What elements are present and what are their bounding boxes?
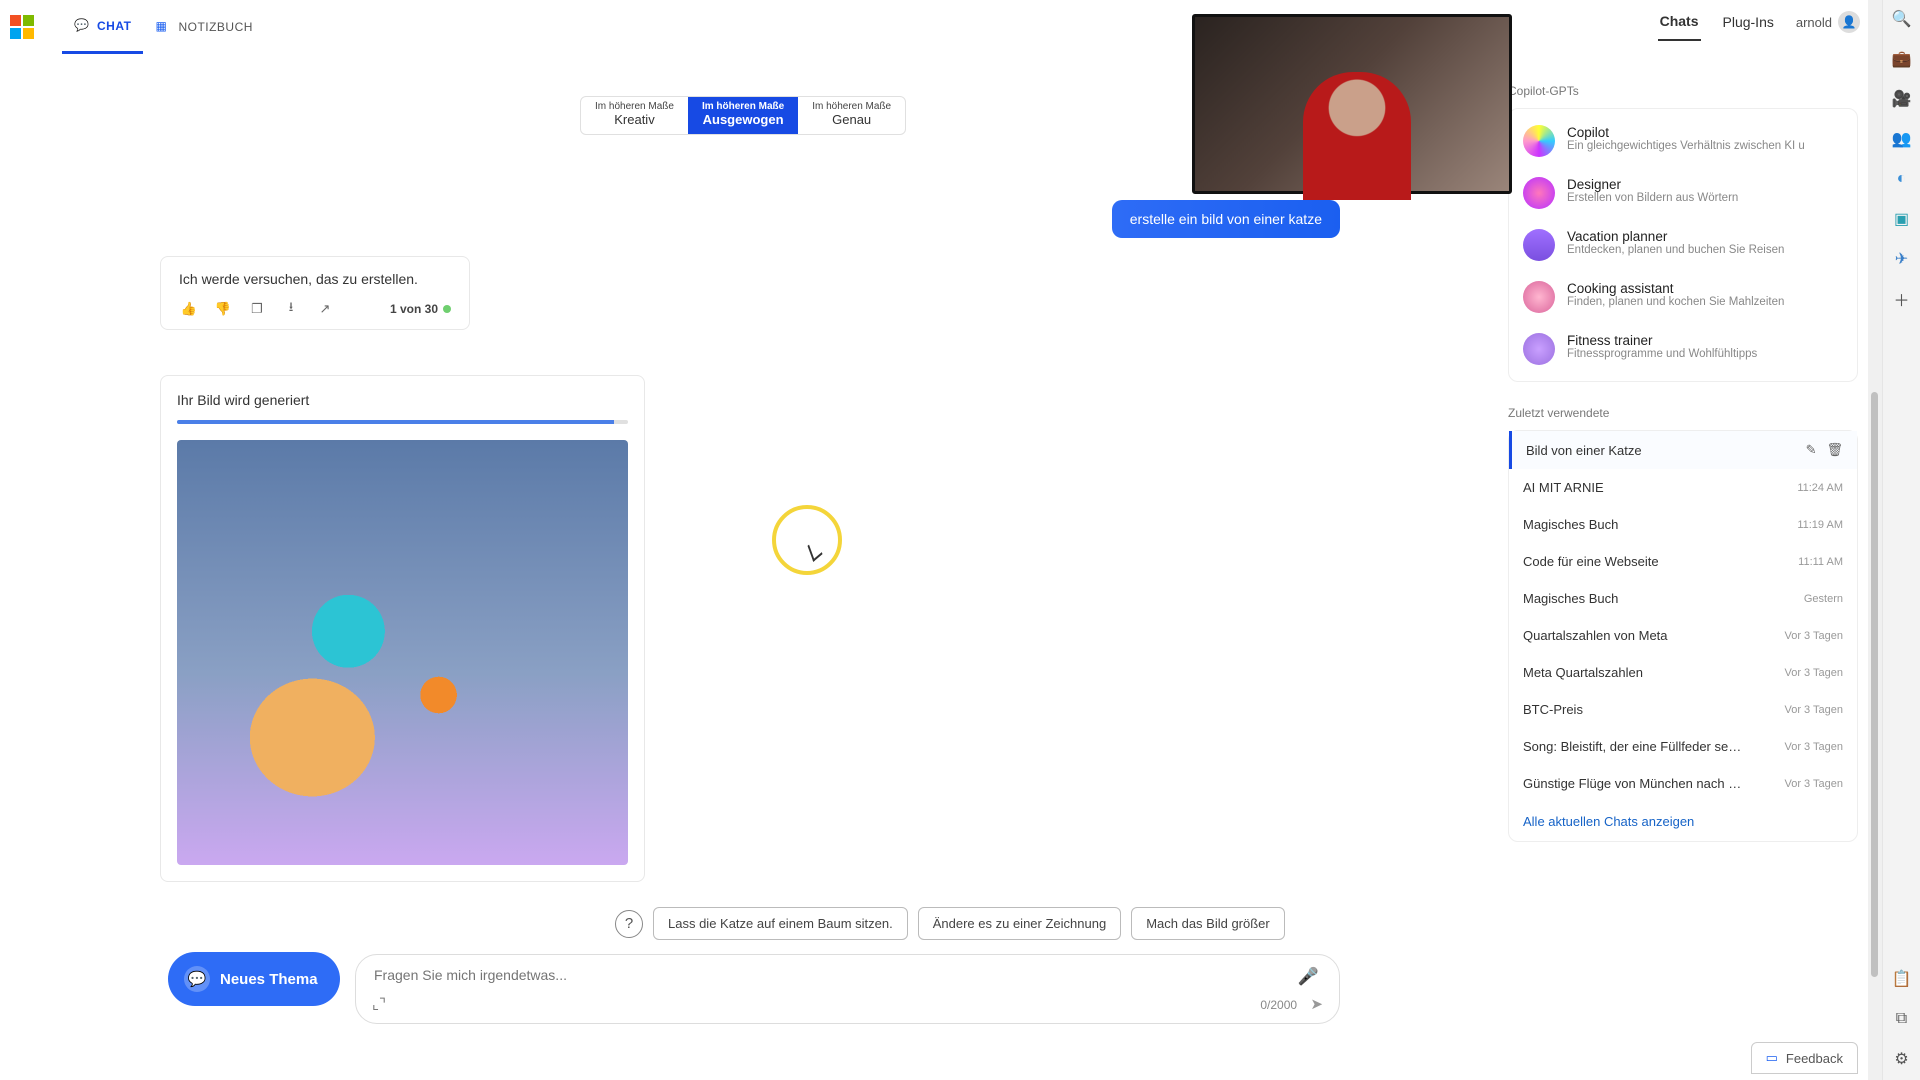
cursor-highlight — [772, 505, 842, 575]
char-counter: 0/2000 — [1260, 998, 1297, 1012]
header-right: Chats Plug-Ins arnold 👤 — [1658, 0, 1860, 44]
briefcase-icon[interactable]: 💼 — [1891, 48, 1913, 70]
style-balanced[interactable]: Im höheren Maße Ausgewogen — [688, 97, 798, 134]
style-creative[interactable]: Im höheren Maße Kreativ — [581, 97, 688, 134]
send-icon[interactable]: ➤ — [1310, 996, 1323, 1013]
feedback-icon: ▭ — [1766, 1050, 1778, 1066]
gpt-vacation[interactable]: Vacation plannerEntdecken, planen und bu… — [1509, 219, 1857, 271]
recents-section-title: Zuletzt verwendete — [1508, 406, 1858, 420]
clipboard-icon[interactable]: 📋 — [1891, 968, 1913, 990]
avatar-icon: 👤 — [1838, 11, 1860, 33]
gpt-designer[interactable]: DesignerErstellen von Bildern aus Wörter… — [1509, 167, 1857, 219]
generation-title: Ihr Bild wird generiert — [177, 392, 628, 408]
camera-icon[interactable]: 🎥 — [1891, 88, 1913, 110]
suggestion-1[interactable]: Lass die Katze auf einem Baum sitzen. — [653, 907, 908, 940]
recent-item[interactable]: Günstige Flüge von München nach FraVor 3… — [1509, 765, 1857, 802]
suggestion-3[interactable]: Mach das Bild größer — [1131, 907, 1285, 940]
os-sidebar: 🔍 💼 🎥 👥 ◐ ▣ ✈ ＋ 📋 ⧉ ⚙ — [1882, 0, 1920, 1080]
edit-icon[interactable]: ✎ — [1806, 442, 1817, 458]
thumbs-up-icon[interactable]: 👍 — [179, 299, 199, 319]
progress-bar — [177, 420, 628, 424]
recent-item[interactable]: BTC-PreisVor 3 Tagen — [1509, 691, 1857, 728]
copy-icon[interactable]: ❐ — [247, 299, 267, 319]
recent-item[interactable]: Magisches Buch11:19 AM — [1509, 506, 1857, 543]
delete-icon[interactable]: 🗑 — [1826, 442, 1843, 458]
gpt-copilot[interactable]: CopilotEin gleichgewichtiges Verhältnis … — [1509, 115, 1857, 167]
tab-icon[interactable]: ⧉ — [1891, 1008, 1913, 1030]
new-topic-button[interactable]: 💬 Neues Thema — [168, 952, 340, 1006]
gpts-section-title: Copilot-GPTs — [1508, 84, 1858, 98]
people-icon[interactable]: 👥 — [1891, 128, 1913, 150]
feedback-button[interactable]: ▭ Feedback — [1751, 1042, 1858, 1074]
status-dot-icon — [443, 305, 451, 313]
recent-item[interactable]: Quartalszahlen von MetaVor 3 Tagen — [1509, 617, 1857, 654]
generated-image-placeholder — [177, 440, 628, 865]
visual-search-icon[interactable]: ⌞⌝ — [372, 995, 386, 1013]
recent-item[interactable]: Song: Bleistift, der eine Füllfeder sein… — [1509, 728, 1857, 765]
bot-message: Ich werde versuchen, das zu erstellen. 👍… — [160, 256, 470, 330]
help-icon[interactable]: ? — [615, 910, 643, 938]
broom-icon: 💬 — [184, 966, 210, 992]
compose-box: 🎤 ⌞⌝ 0/2000 ➤ — [355, 954, 1340, 1024]
recent-item[interactable]: Magisches BuchGestern — [1509, 580, 1857, 617]
settings-icon[interactable]: ⚙ — [1891, 1048, 1913, 1070]
gpt-fitness[interactable]: Fitness trainerFitnessprogramme und Wohl… — [1509, 323, 1857, 375]
fitness-gpt-icon — [1523, 333, 1555, 365]
turn-counter: 1 von 30 — [390, 302, 451, 316]
tab-chat[interactable]: 💬 CHAT — [62, 0, 143, 54]
chat-icon: 💬 — [74, 18, 90, 34]
recent-item[interactable]: Bild von einer Katze ✎🗑 — [1509, 431, 1857, 469]
notebook-icon: ▦ — [155, 19, 171, 35]
copilot-icon[interactable]: ◐ — [1891, 168, 1913, 190]
cube-icon[interactable]: ▣ — [1891, 208, 1913, 230]
gpt-cooking[interactable]: Cooking assistantFinden, planen und koch… — [1509, 271, 1857, 323]
chat-area: erstelle ein bild von einer katze Ich we… — [160, 180, 1360, 1080]
microsoft-logo — [10, 15, 34, 39]
microphone-icon[interactable]: 🎤 — [1298, 967, 1319, 987]
tab-plugins[interactable]: Plug-Ins — [1721, 4, 1776, 40]
cooking-gpt-icon — [1523, 281, 1555, 313]
recent-item[interactable]: Code für eine Webseite11:11 AM — [1509, 543, 1857, 580]
image-generation-card: Ihr Bild wird generiert — [160, 375, 645, 882]
style-precise[interactable]: Im höheren Maße Genau — [798, 97, 905, 134]
tab-chat-label: CHAT — [97, 19, 131, 33]
bot-text: Ich werde versuchen, das zu erstellen. — [179, 271, 451, 287]
tab-notebook[interactable]: ▦ NOTIZBUCH — [143, 0, 265, 54]
thumbs-down-icon[interactable]: 👎 — [213, 299, 233, 319]
user-menu[interactable]: arnold 👤 — [1796, 11, 1860, 33]
user-message: erstelle ein bild von einer katze — [1112, 200, 1340, 238]
recent-item[interactable]: Meta QuartalszahlenVor 3 Tagen — [1509, 654, 1857, 691]
copilot-gpt-icon — [1523, 125, 1555, 157]
add-icon[interactable]: ＋ — [1891, 288, 1913, 310]
show-all-chats[interactable]: Alle aktuellen Chats anzeigen — [1509, 802, 1857, 841]
rocket-icon[interactable]: ✈ — [1891, 248, 1913, 270]
suggestion-2[interactable]: Ändere es zu einer Zeichnung — [918, 907, 1121, 940]
style-selector: Im höheren Maße Kreativ Im höheren Maße … — [580, 96, 906, 135]
tab-notebook-label: NOTIZBUCH — [178, 20, 253, 34]
designer-gpt-icon — [1523, 177, 1555, 209]
share-icon[interactable]: ↗ — [315, 299, 335, 319]
suggestions: ? Lass die Katze auf einem Baum sitzen. … — [615, 907, 1285, 940]
search-icon[interactable]: 🔍 — [1891, 8, 1913, 30]
right-panel: Copilot-GPTs CopilotEin gleichgewichtige… — [1508, 60, 1858, 1070]
tab-chats[interactable]: Chats — [1658, 3, 1701, 41]
webcam-overlay — [1192, 14, 1512, 194]
vacation-gpt-icon — [1523, 229, 1555, 261]
message-input[interactable] — [374, 967, 1179, 983]
username: arnold — [1796, 15, 1832, 30]
download-icon[interactable]: ⭳ — [281, 299, 301, 319]
recent-chats: Bild von einer Katze ✎🗑 AI MIT ARNIE11:2… — [1508, 430, 1858, 842]
header: 💬 CHAT ▦ NOTIZBUCH — [0, 0, 1868, 54]
recent-item[interactable]: AI MIT ARNIE11:24 AM — [1509, 469, 1857, 506]
scrollbar[interactable] — [1868, 0, 1882, 1080]
gpt-list: CopilotEin gleichgewichtiges Verhältnis … — [1508, 108, 1858, 382]
bot-actions: 👍 👎 ❐ ⭳ ↗ 1 von 30 — [179, 299, 451, 319]
